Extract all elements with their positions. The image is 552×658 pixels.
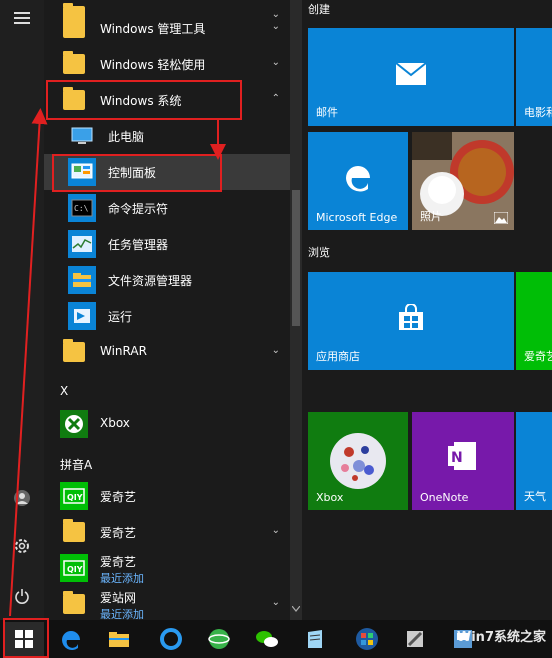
annotation-arrows xyxy=(9,108,226,617)
